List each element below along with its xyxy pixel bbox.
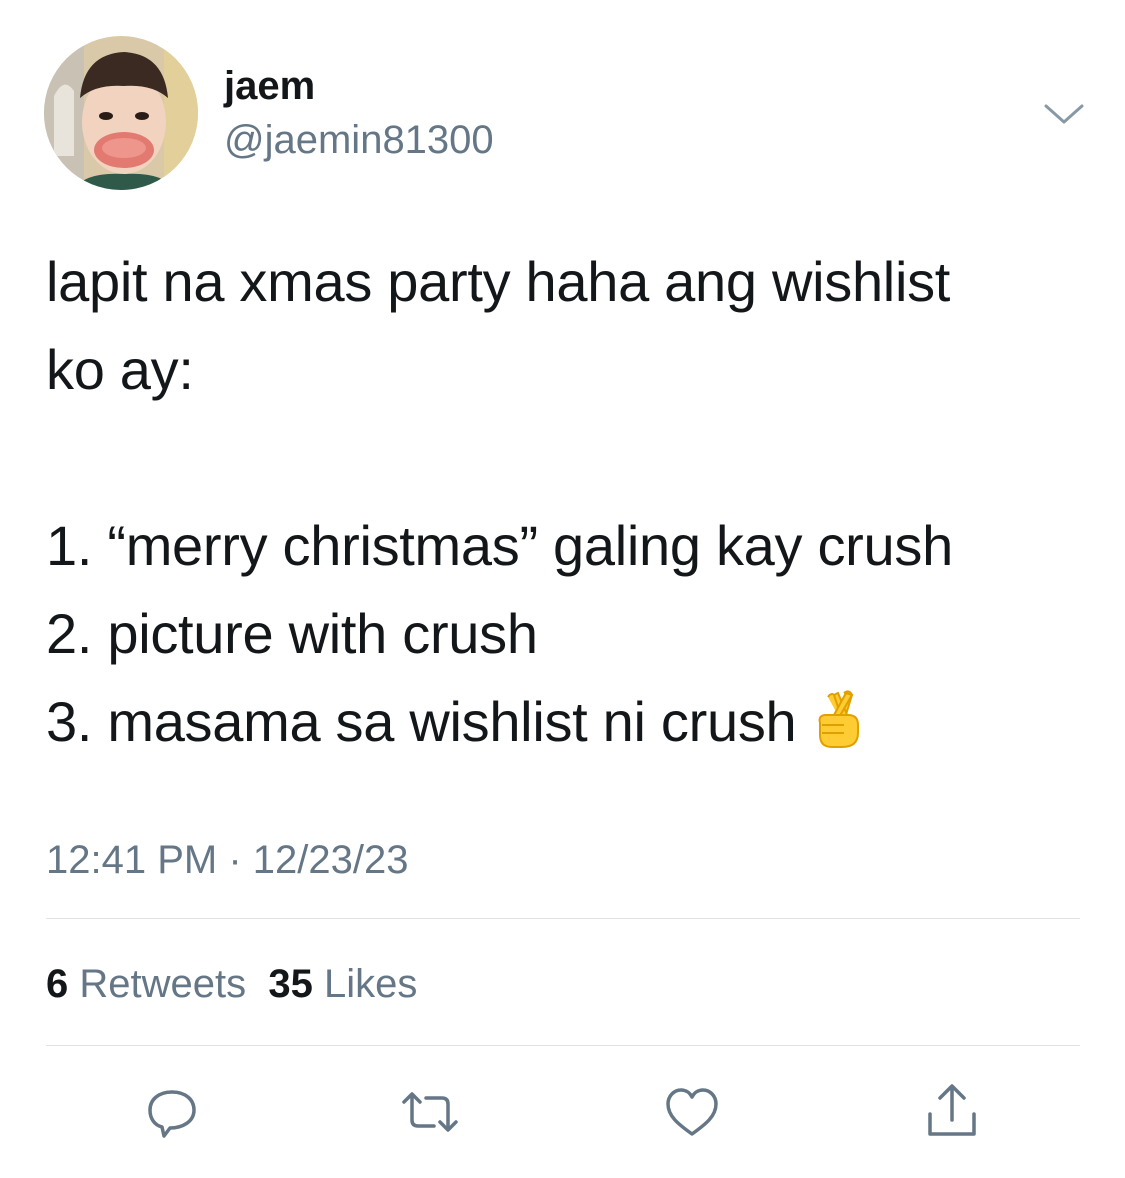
user-handle[interactable]: @jaemin81300: [224, 116, 494, 164]
more-options-button[interactable]: [1040, 94, 1088, 134]
retweets-count: 6: [46, 962, 69, 1006]
tweet-stats: 6 Retweets 35 Likes: [46, 960, 417, 1008]
share-button[interactable]: [920, 1080, 984, 1144]
likes-stat[interactable]: 35 Likes: [268, 962, 417, 1006]
like-button[interactable]: [660, 1080, 724, 1144]
divider: [46, 1045, 1080, 1046]
share-icon: [928, 1084, 976, 1136]
likes-label: Likes: [323, 962, 418, 1006]
retweets-label: Retweets: [79, 962, 247, 1006]
chevron-down-icon: [1044, 104, 1084, 124]
tweet-line-with-emoji: 3. masama sa wishlist ni crush: [46, 678, 1086, 766]
reply-icon: [148, 1090, 196, 1138]
retweet-icon: [402, 1092, 458, 1132]
tweet-line: ko ay:: [46, 338, 194, 401]
likes-count: 35: [268, 962, 313, 1006]
tweet-timestamp[interactable]: 12:41 PM · 12/23/23: [46, 836, 408, 884]
reply-button[interactable]: [140, 1080, 204, 1144]
avatar[interactable]: [44, 36, 198, 190]
retweet-button[interactable]: [398, 1080, 462, 1144]
tweet-line-text: 3. masama sa wishlist ni crush: [46, 690, 797, 753]
tweet-line: lapit na xmas party haha ang wishlist: [46, 250, 951, 313]
tweet-line: 1. “merry christmas” galing kay crush: [46, 514, 953, 577]
tweet-text: lapit na xmas party haha ang wishlist ko…: [46, 238, 1086, 766]
heart-icon: [666, 1088, 718, 1136]
retweets-stat[interactable]: 6 Retweets: [46, 962, 246, 1006]
avatar-image: [44, 36, 198, 190]
crossed-fingers-emoji-icon: [814, 686, 864, 748]
tweet-line: 2. picture with crush: [46, 602, 538, 665]
display-name[interactable]: jaem: [224, 62, 315, 110]
divider: [46, 918, 1080, 919]
